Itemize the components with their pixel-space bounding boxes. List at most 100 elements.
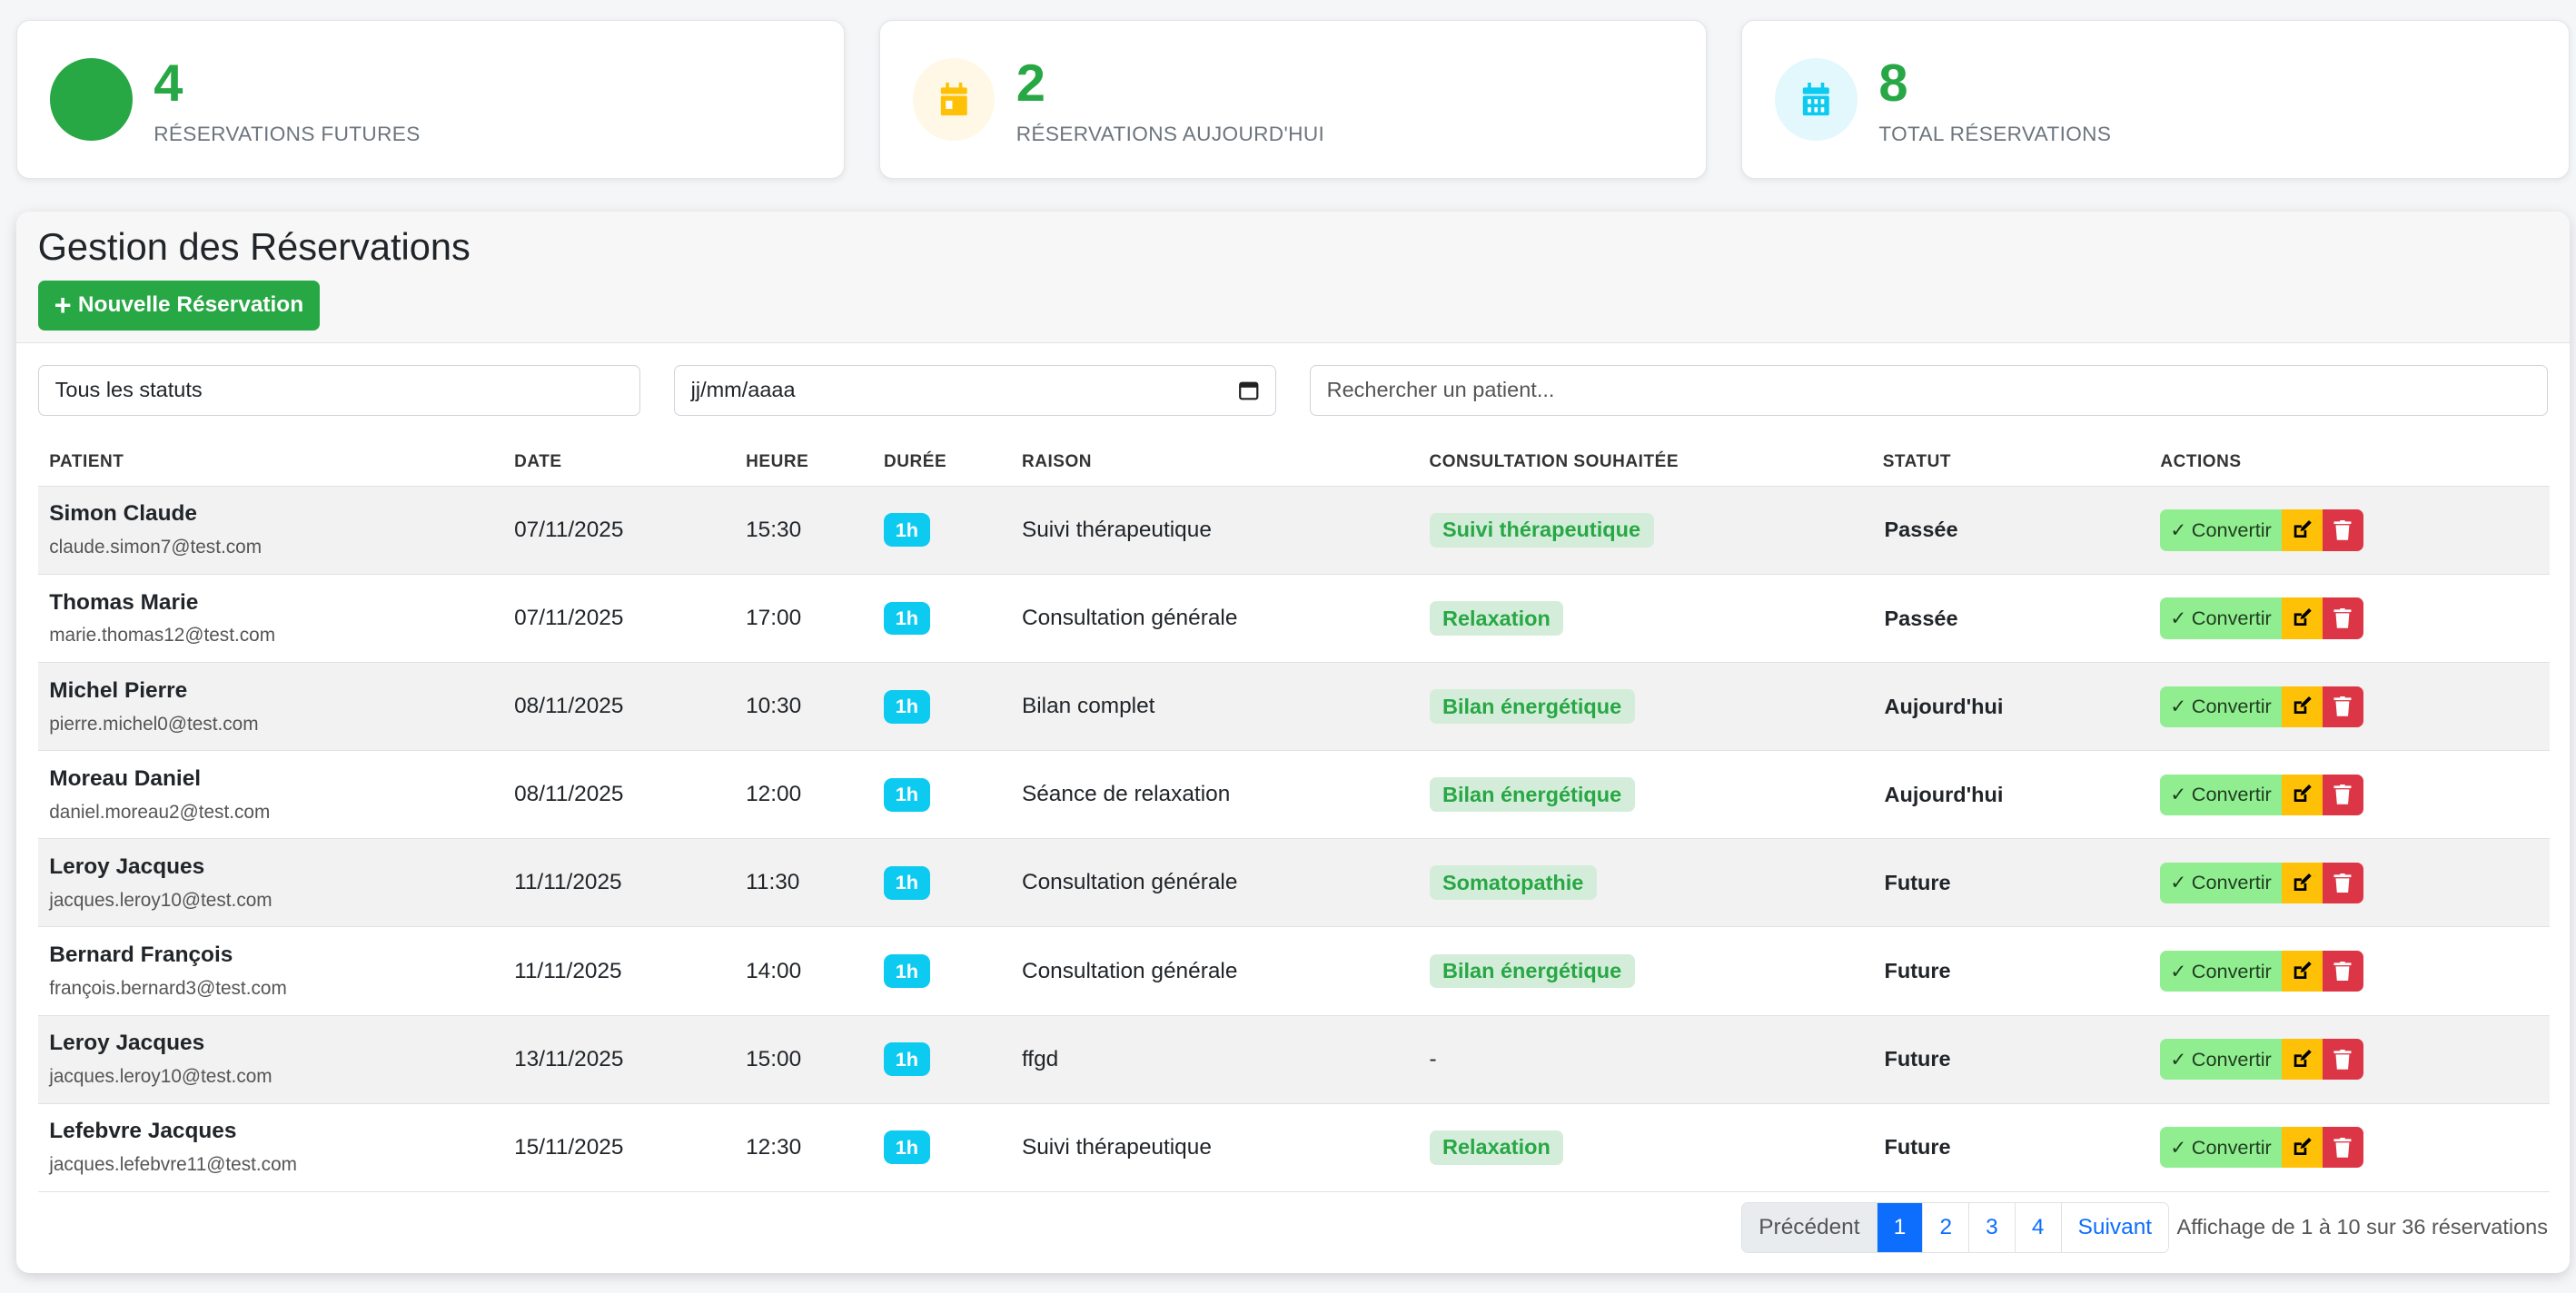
pagination-page-4[interactable]: 4 — [2015, 1203, 2061, 1252]
date-placeholder: jj/mm/aaaa — [691, 378, 796, 402]
circle-icon — [50, 58, 132, 140]
delete-button[interactable] — [2323, 775, 2363, 815]
column-header: Date — [502, 439, 734, 486]
time-cell: 11:30 — [734, 839, 872, 927]
consultation-badge: Relaxation — [1430, 601, 1564, 636]
edit-button[interactable] — [2282, 597, 2323, 638]
duration-badge: 1h — [884, 954, 930, 988]
stat-label: Total réservations — [1878, 123, 2111, 146]
actions-cell: ✓Convertir — [2149, 1015, 2550, 1103]
date-cell: 07/11/2025 — [502, 574, 734, 662]
edit-icon — [2292, 696, 2312, 716]
convert-button[interactable]: ✓Convertir — [2160, 1039, 2281, 1080]
pagination-page-3[interactable]: 3 — [1968, 1203, 2015, 1252]
patient-name: Moreau Daniel — [49, 766, 502, 792]
pagination-next[interactable]: Suivant — [2061, 1203, 2169, 1252]
trash-icon — [2333, 1138, 2352, 1158]
edit-button[interactable] — [2282, 1127, 2323, 1168]
edit-button[interactable] — [2282, 951, 2323, 992]
table-row: Leroy Jacquesjacques.leroy10@test.com 13… — [38, 1015, 2551, 1103]
actions-cell: ✓Convertir — [2149, 574, 2550, 662]
check-icon: ✓ — [2170, 518, 2186, 542]
actions-cell: ✓Convertir — [2149, 486, 2550, 574]
patient-cell: Leroy Jacques jacques.leroy10@test.com — [38, 1015, 503, 1103]
delete-button[interactable] — [2323, 1039, 2363, 1080]
duration-cell: 1h — [872, 1015, 1010, 1103]
reason-cell: Bilan complet — [1010, 663, 1418, 751]
status-cell: Future — [1871, 927, 2149, 1015]
duration-badge: 1h — [884, 602, 930, 636]
column-header: Raison — [1010, 439, 1418, 486]
convert-button[interactable]: ✓Convertir — [2160, 686, 2281, 727]
status-cell: Aujourd'hui — [1871, 663, 2149, 751]
patient-email: claude.simon7@test.com — [49, 537, 502, 558]
patient-cell: Leroy Jacquesjacques.leroy10@test.com — [38, 839, 503, 927]
search-placeholder: Rechercher un patient... — [1327, 378, 1555, 402]
column-header: Statut — [1871, 439, 2149, 486]
reservations-table: PatientDateHeureDuréeRaisonConsultation … — [38, 439, 2551, 1192]
reservations-page: 4Réservations futures2Réservations aujou… — [0, 0, 2576, 1292]
patient-name: Bernard François — [49, 943, 502, 968]
pagination-previous[interactable]: Précédent — [1742, 1203, 1876, 1252]
patient-name: Simon Claude — [49, 501, 502, 527]
status-cell: Future — [1871, 1015, 2149, 1103]
patient-email: marie.thomas12@test.com — [49, 625, 502, 646]
convert-button[interactable]: ✓Convertir — [2160, 509, 2281, 550]
patient-email: jacques.leroy10@test.com — [49, 1066, 502, 1088]
delete-button[interactable] — [2323, 863, 2363, 903]
reason-cell: Consultation générale — [1010, 839, 1418, 927]
consultation-cell: Suivi thérapeutique — [1418, 486, 1871, 574]
table-row: Simon Claude claude.simon7@test.com 07/11… — [38, 486, 2551, 574]
edit-button[interactable] — [2282, 509, 2323, 550]
duration-cell: 1h — [872, 663, 1010, 751]
delete-button[interactable] — [2323, 951, 2363, 992]
new-reservation-button[interactable]: +Nouvelle Réservation — [38, 281, 321, 330]
patient-name: Michel Pierre — [49, 678, 502, 704]
stat-value: 2 — [1016, 54, 1045, 114]
duration-badge: 1h — [884, 778, 930, 812]
actions-cell: ✓Convertir — [2149, 839, 2550, 927]
time-cell: 15:30 — [734, 486, 872, 574]
delete-button[interactable] — [2323, 686, 2363, 727]
delete-button[interactable] — [2323, 509, 2363, 550]
edit-button[interactable] — [2282, 686, 2323, 727]
time-cell: 10:30 — [734, 663, 872, 751]
date-cell: 07/11/2025 — [502, 486, 734, 574]
calendar-icon[interactable] — [1238, 380, 1260, 401]
edit-button[interactable] — [2282, 775, 2323, 815]
patient-name: Leroy Jacques — [49, 1031, 502, 1056]
status-filter-select[interactable]: Tous les statuts — [38, 365, 641, 416]
patient-email: jacques.leroy10@test.com — [49, 890, 502, 912]
convert-button[interactable]: ✓Convertir — [2160, 863, 2281, 903]
delete-button[interactable] — [2323, 597, 2363, 638]
time-cell: 12:00 — [734, 751, 872, 839]
edit-button[interactable] — [2282, 863, 2323, 903]
convert-label: Convertir — [2192, 518, 2272, 542]
convert-button[interactable]: ✓Convertir — [2160, 775, 2281, 815]
reason-cell: ffgd — [1010, 1015, 1418, 1103]
edit-button[interactable] — [2282, 1039, 2323, 1080]
time-cell: 15:00 — [734, 1015, 872, 1103]
convert-button[interactable]: ✓Convertir — [2160, 951, 2281, 992]
pagination-page-1[interactable]: 1 — [1877, 1203, 1923, 1252]
duration-badge: 1h — [884, 690, 930, 724]
patient-email: françois.bernard3@test.com — [49, 978, 502, 1000]
edit-icon — [2292, 1138, 2312, 1158]
table-row: Michel Pierrepierre.michel0@test.com 08/… — [38, 663, 2551, 751]
reason-cell: Consultation générale — [1010, 574, 1418, 662]
convert-label: Convertir — [2192, 960, 2272, 983]
patient-search-input[interactable]: Rechercher un patient... — [1310, 365, 2549, 416]
consultation-cell: Bilan énergétique — [1418, 663, 1871, 751]
table-row: Leroy Jacquesjacques.leroy10@test.com 11… — [38, 839, 2551, 927]
pagination-page-2[interactable]: 2 — [1922, 1203, 1968, 1252]
check-icon: ✓ — [2170, 607, 2186, 630]
date-cell: 08/11/2025 — [502, 663, 734, 751]
table-row: Lefebvre Jacquesjacques.lefebvre11@test.… — [38, 1103, 2551, 1191]
consultation-cell: Bilan énergétique — [1418, 927, 1871, 1015]
date-filter-input[interactable]: jj/mm/aaaa — [674, 365, 1277, 416]
actions-cell: ✓Convertir — [2149, 927, 2550, 1015]
delete-button[interactable] — [2323, 1127, 2363, 1168]
convert-button[interactable]: ✓Convertir — [2160, 1127, 2281, 1168]
convert-button[interactable]: ✓Convertir — [2160, 597, 2281, 638]
date-cell: 15/11/2025 — [502, 1103, 734, 1191]
